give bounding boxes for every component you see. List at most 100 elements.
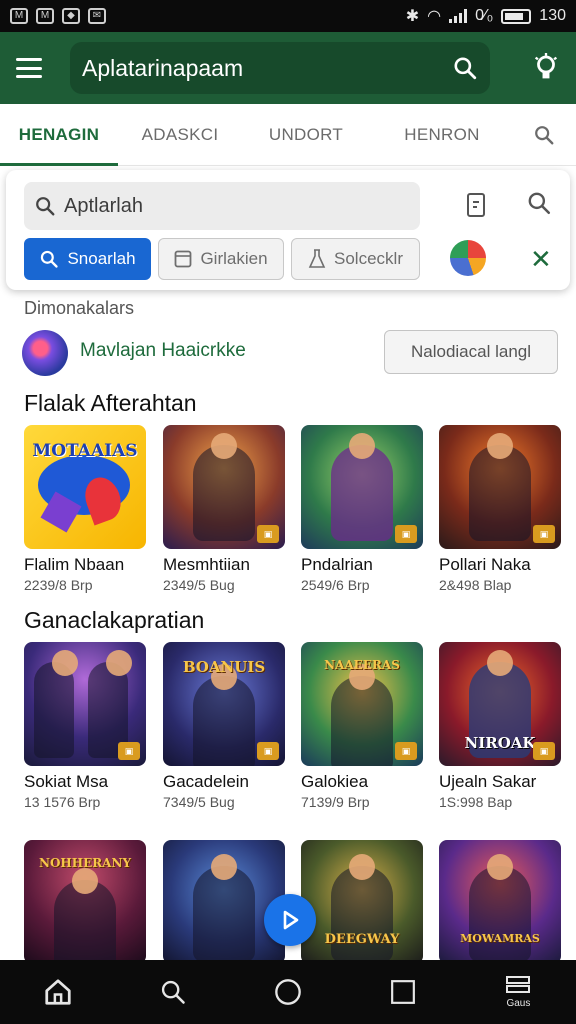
play-icon <box>283 910 299 930</box>
section-title: Flalak Afterahtan <box>24 390 197 416</box>
game-size: 2549/6 Brp <box>301 577 370 593</box>
game-tile[interactable]: NAAEERAS ▣ Galokiea 7139/9 Brp <box>301 642 423 810</box>
search-icon <box>41 250 59 268</box>
wifi-icon: ◠ <box>427 8 442 25</box>
game-badge: ▣ <box>395 742 417 760</box>
game-tile[interactable]: NOHHERANY <box>24 840 146 964</box>
tab-bar: HENAGIN ADASKCI UNDORT HENRON <box>0 104 576 166</box>
game-logo: NAAEERAS <box>324 658 400 672</box>
developer-button[interactable]: Nalodiacal langl <box>384 330 558 374</box>
filter-chip[interactable]: Solcecklr <box>291 238 420 280</box>
game-thumbnail: NAAEERAS ▣ <box>301 642 423 766</box>
game-tile[interactable]: NIROAK ▣ Ujealn Sakar 1S:998 Bap <box>439 642 561 810</box>
category-chip[interactable]: Girlakien <box>158 238 284 280</box>
circle-icon <box>275 979 301 1005</box>
square-icon <box>175 250 192 268</box>
game-tile[interactable]: DEEGWAY <box>301 840 423 964</box>
tab-undort[interactable]: UNDORT <box>242 104 370 166</box>
game-name: Ujealn Sakar <box>439 772 537 791</box>
game-tile[interactable]: MOTAAIAS Flalim Nbaan 2239/8 Brp <box>24 425 146 593</box>
games-icon <box>506 976 531 993</box>
game-name: Flalim Nbaan <box>24 555 125 574</box>
game-name: Galokiea <box>301 772 369 791</box>
document-icon[interactable] <box>466 192 486 218</box>
section-title: Ganaclakapratian <box>24 607 205 633</box>
close-icon[interactable]: ✕ <box>530 244 552 274</box>
home-icon <box>44 979 71 1005</box>
developer-section-label: Dimonakalars <box>24 298 135 318</box>
game-thumbnail: ▣ <box>163 425 285 549</box>
menu-icon[interactable] <box>16 58 42 78</box>
app-notification-icon: ◆ <box>62 8 80 24</box>
nav-home[interactable] <box>0 960 115 1024</box>
app-title: Aplatarinapaam <box>82 54 244 81</box>
search-icon <box>161 980 185 1004</box>
search-card: Aptlarlah Snoarlah Girlakien Solcecklr ✕ <box>6 170 570 290</box>
nav-search[interactable] <box>115 960 230 1024</box>
tab-search[interactable] <box>514 104 574 166</box>
game-tile[interactable]: ▣ Mesmhtiian 2349/5 Bug <box>163 425 285 593</box>
game-tile[interactable]: ▣ Pollari Naka 2&498 Blap <box>439 425 561 593</box>
search-icon[interactable] <box>452 55 478 81</box>
nav-games[interactable]: Gaus <box>461 960 576 1024</box>
nav-games-label: Gaus <box>506 998 531 1009</box>
gmail-icon: M <box>36 8 54 24</box>
search-chip[interactable]: Snoarlah <box>24 238 151 280</box>
nav-circle[interactable] <box>230 960 345 1024</box>
status-text: 0⁄₀ <box>475 7 494 24</box>
game-badge: ▣ <box>257 525 279 543</box>
game-thumbnail: ▣ <box>24 642 146 766</box>
game-size: 1S:998 Bap <box>439 794 513 810</box>
developer-name[interactable]: Mavlajan Haaicrkke <box>80 340 246 362</box>
notification-icon: M <box>10 8 28 24</box>
game-badge: ▣ <box>395 525 417 543</box>
search-icon[interactable] <box>526 190 552 216</box>
game-tile[interactable]: BOANUIS ▣ Gacadelein 7349/5 Bug <box>163 642 285 810</box>
game-thumbnail: NIROAK ▣ <box>439 642 561 766</box>
search-icon <box>535 125 554 144</box>
game-size: 13 1576 Brp <box>24 794 101 810</box>
game-tile[interactable]: ▣ Sokiat Msa 13 1576 Brp <box>24 642 146 810</box>
game-name: Pollari Naka <box>439 555 531 574</box>
tab-henron[interactable]: HENRON <box>370 104 514 166</box>
game-name: Sokiat Msa <box>24 772 109 791</box>
game-thumbnail: NOHHERANY <box>24 840 146 964</box>
game-tile[interactable] <box>163 840 285 964</box>
game-thumbnail: BOANUIS ▣ <box>163 642 285 766</box>
game-thumbnail: MOWAMRAS <box>439 840 561 964</box>
game-tile[interactable]: ▣ Pndalrian 2549/6 Brp <box>301 425 423 593</box>
game-size: 7349/5 Bug <box>163 794 235 810</box>
game-tile[interactable]: MOWAMRAS <box>439 840 561 964</box>
mail-icon: ✉ <box>88 8 106 24</box>
game-badge: ▣ <box>533 742 555 760</box>
tab-adaskci[interactable]: ADASKCI <box>118 104 242 166</box>
game-size: 2&498 Blap <box>439 577 512 593</box>
flask-icon <box>308 249 326 268</box>
search-query: Aptlarlah <box>64 194 143 217</box>
game-logo: BOANUIS <box>182 658 266 676</box>
search-chip-label: Snoarlah <box>67 249 136 268</box>
category-chip-label: Girlakien <box>200 249 268 268</box>
nav-square[interactable] <box>346 960 461 1024</box>
square-icon <box>391 980 416 1004</box>
game-logo: MOWAMRAS <box>460 932 540 945</box>
tab-henagin[interactable]: HENAGIN <box>0 104 118 166</box>
app-title-field[interactable]: Aplatarinapaam <box>70 42 490 94</box>
search-input[interactable]: Aptlarlah <box>24 182 420 230</box>
app-logo-icon[interactable] <box>450 240 486 276</box>
app-bar: Aplatarinapaam <box>0 32 576 104</box>
signal-icon <box>449 9 468 23</box>
search-icon <box>36 197 55 216</box>
developer-avatar[interactable] <box>22 330 68 376</box>
game-thumbnail: DEEGWAY <box>301 840 423 964</box>
filter-chip-label: Solcecklr <box>334 249 403 268</box>
game-thumbnail: MOTAAIAS <box>24 425 146 549</box>
play-fab-button[interactable] <box>264 894 316 946</box>
game-row: MOTAAIAS Flalim Nbaan 2239/8 Brp ▣ Mesmh… <box>24 425 576 605</box>
battery-icon <box>501 8 532 24</box>
bottom-nav: Gaus <box>0 960 576 1024</box>
lightbulb-icon[interactable] <box>532 53 560 83</box>
game-logo: MOTAAIAS <box>32 441 138 461</box>
game-size: 7139/9 Brp <box>301 794 370 810</box>
game-badge: ▣ <box>533 525 555 543</box>
